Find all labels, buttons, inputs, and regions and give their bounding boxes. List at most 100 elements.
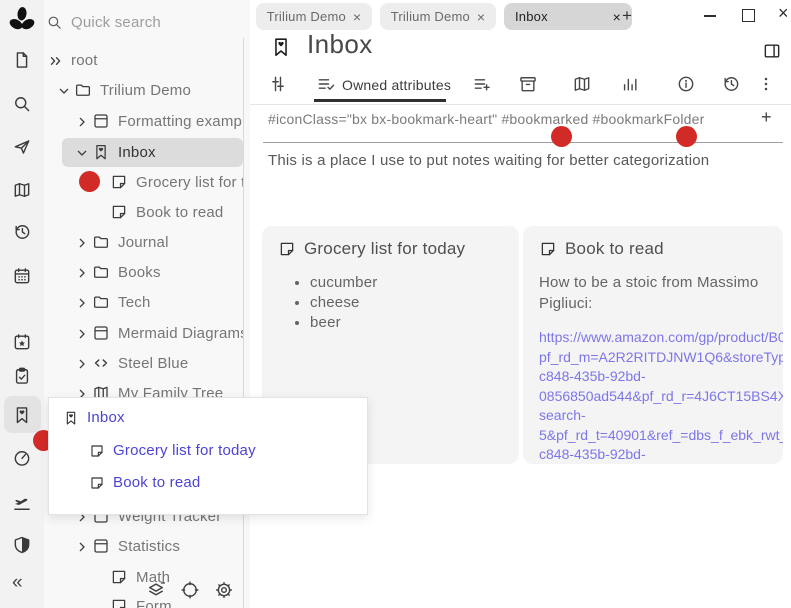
split-pane-icon[interactable] bbox=[762, 41, 782, 61]
card-title-book[interactable]: Book to read bbox=[539, 239, 783, 259]
collapse-tree-icon[interactable] bbox=[144, 578, 168, 602]
tab-trilium-demo-2[interactable]: Trilium Demo × bbox=[380, 3, 496, 30]
popup-item-inbox[interactable]: Inbox bbox=[63, 409, 125, 426]
amazon-link[interactable]: https://www.amazon.com/gp/product/B0 pf_… bbox=[539, 328, 783, 464]
new-note-icon[interactable] bbox=[8, 46, 36, 74]
similar-notes-chart-icon[interactable] bbox=[620, 74, 642, 96]
card-title-grocery[interactable]: Grocery list for today bbox=[278, 239, 519, 259]
quick-search-placeholder: Quick search bbox=[71, 14, 161, 31]
tree-item-label: Mermaid Diagrams bbox=[118, 325, 244, 342]
tab-close-icon[interactable]: × bbox=[613, 9, 621, 25]
link-line: 5&pf_rd_t=40901&ref_=dbs_f_ebk_rwt_s bbox=[539, 426, 783, 446]
tree-item-tech[interactable]: Tech bbox=[44, 288, 244, 317]
note-icon bbox=[110, 597, 130, 608]
chevron-right-icon[interactable] bbox=[74, 295, 92, 311]
bookmark-folder-popup: Inbox Grocery list for today Book to rea… bbox=[48, 397, 368, 515]
add-attribute-button[interactable]: + bbox=[761, 107, 772, 128]
note-icon bbox=[110, 568, 130, 588]
tree-item-root[interactable]: root bbox=[44, 46, 244, 75]
tab-close-icon[interactable]: × bbox=[477, 9, 485, 25]
tree-item-label: Books bbox=[118, 264, 161, 281]
quick-search[interactable]: Quick search bbox=[44, 10, 161, 34]
bookmark-folder-inbox-icon[interactable] bbox=[8, 401, 36, 429]
tree-item-mermaid-diagrams[interactable]: Mermaid Diagrams bbox=[44, 319, 244, 348]
search-icon[interactable] bbox=[8, 90, 36, 118]
attribute-editor-border bbox=[263, 142, 783, 143]
chevron-right-icon[interactable] bbox=[74, 356, 92, 372]
tab-label: Trilium Demo bbox=[267, 9, 346, 24]
active-ribbon-tab-underline bbox=[314, 99, 446, 102]
tree-item-formatting-example[interactable]: Formatting example bbox=[44, 107, 244, 136]
more-options-dots-icon[interactable] bbox=[756, 74, 778, 96]
chevron-right-icon[interactable] bbox=[74, 235, 92, 251]
chevron-down-icon[interactable] bbox=[56, 83, 74, 99]
note-title[interactable]: Inbox bbox=[307, 29, 373, 60]
folder-icon bbox=[92, 233, 112, 253]
owned-attributes-editor[interactable]: #iconClass="bx bx-bookmark-heart" #bookm… bbox=[268, 111, 705, 127]
tab-trilium-demo-1[interactable]: Trilium Demo × bbox=[256, 3, 372, 30]
note-map-icon[interactable] bbox=[572, 74, 594, 96]
tree-item-books[interactable]: Books bbox=[44, 258, 244, 287]
new-tab-button[interactable]: + bbox=[622, 6, 632, 26]
tab-inbox-active[interactable]: Inbox × bbox=[504, 3, 632, 30]
trilium-logo-icon bbox=[7, 6, 37, 36]
note-icon bbox=[89, 443, 105, 459]
tab-label: Trilium Demo bbox=[391, 9, 470, 24]
inherited-attributes-icon[interactable] bbox=[472, 74, 494, 96]
popup-item-label: Grocery list for today bbox=[113, 442, 256, 459]
popup-item-label: Inbox bbox=[87, 409, 125, 426]
calendar-icon[interactable] bbox=[8, 262, 36, 290]
window-minimize-button[interactable] bbox=[704, 15, 716, 17]
tree-item-journal[interactable]: Journal bbox=[44, 228, 244, 257]
window-maximize-button[interactable] bbox=[742, 9, 755, 22]
red-marker-bookmarked-attr bbox=[551, 126, 572, 147]
recent-changes-icon[interactable] bbox=[8, 218, 36, 246]
tree-item-grocery-list[interactable]: Grocery list for today bbox=[44, 168, 244, 197]
scroll-to-active-note-icon[interactable] bbox=[178, 578, 202, 602]
tab-owned-attributes[interactable]: Owned attributes bbox=[342, 77, 451, 93]
tab-close-icon[interactable]: × bbox=[353, 9, 361, 25]
grocery-list: cucumber cheese beer bbox=[278, 273, 519, 333]
chevron-right-icon[interactable] bbox=[74, 114, 92, 130]
tree-item-inbox[interactable]: Inbox bbox=[62, 138, 243, 167]
tree-item-statistics[interactable]: Statistics bbox=[44, 532, 244, 561]
link-line: 0856850ad544&pf_rd_r=4J6CT15BS4X86 bbox=[539, 387, 783, 407]
shield-icon[interactable] bbox=[8, 531, 36, 559]
book-note-text: How to be a stoic from Massimo Pigliuci: bbox=[539, 272, 767, 314]
window-close-button[interactable]: × bbox=[778, 4, 789, 22]
list-item: cheese bbox=[310, 293, 519, 313]
travel-icon[interactable] bbox=[8, 489, 36, 517]
chevron-right-icon[interactable] bbox=[74, 265, 92, 281]
basic-properties-icon[interactable] bbox=[268, 74, 290, 96]
jump-to-note-icon[interactable] bbox=[8, 133, 36, 161]
owned-attributes-icon[interactable] bbox=[316, 74, 338, 96]
tree-action-buttons bbox=[144, 578, 236, 602]
link-line: https://www.amazon.com/gp/product/B0 bbox=[539, 328, 783, 348]
tree-item-trilium-demo[interactable]: Trilium Demo bbox=[44, 76, 244, 105]
collapse-sidebar-icon[interactable]: « bbox=[12, 572, 23, 594]
bookmark-heart-icon bbox=[63, 410, 79, 426]
note-map-icon[interactable] bbox=[8, 176, 36, 204]
popup-item-book-to-read[interactable]: Book to read bbox=[89, 474, 200, 491]
gauge-icon[interactable] bbox=[8, 444, 36, 472]
launcher-bar: « bbox=[0, 0, 44, 608]
tree-item-steel-blue[interactable]: Steel Blue bbox=[44, 349, 244, 378]
book-icon bbox=[92, 324, 112, 344]
chevron-right-icon[interactable] bbox=[74, 539, 92, 555]
chevron-right-icon[interactable] bbox=[74, 326, 92, 342]
task-list-icon[interactable] bbox=[8, 362, 36, 390]
note-paths-archive-icon[interactable] bbox=[518, 74, 540, 96]
popup-item-grocery-list[interactable]: Grocery list for today bbox=[89, 442, 256, 459]
note-info-icon[interactable] bbox=[676, 74, 698, 96]
note-tree-pane: Quick search root Trilium Demo Formattin… bbox=[44, 0, 250, 608]
revisions-history-icon[interactable] bbox=[721, 74, 743, 96]
tree-item-label: Inbox bbox=[118, 144, 156, 161]
code-icon bbox=[92, 354, 112, 374]
chevron-down-icon[interactable] bbox=[74, 145, 92, 161]
link-line: c848-435b-92bd- bbox=[539, 367, 783, 387]
tab-label: Inbox bbox=[515, 9, 548, 24]
tree-settings-gear-icon[interactable] bbox=[212, 578, 236, 602]
today-note-icon[interactable] bbox=[8, 328, 36, 356]
tree-item-book-to-read[interactable]: Book to read bbox=[44, 198, 244, 227]
book-text-line: Pigliuci: bbox=[539, 293, 767, 314]
